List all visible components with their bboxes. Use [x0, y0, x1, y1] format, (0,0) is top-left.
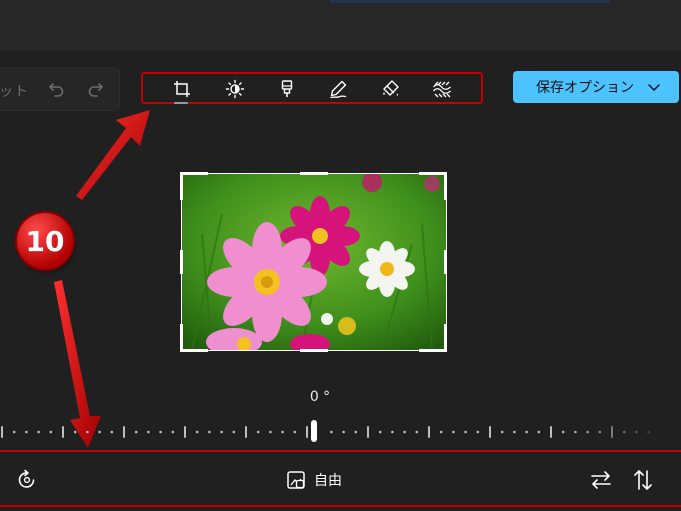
crop-handle-br-v[interactable] [444, 324, 447, 352]
dial-minor-tick [37, 430, 40, 434]
flip-horizontal-icon[interactable] [589, 469, 613, 491]
dial-major-tick [367, 426, 369, 438]
dial-minor-tick [439, 430, 443, 434]
dial-minor-tick [86, 430, 89, 434]
dial-major-tick [1, 426, 3, 438]
dial-major-tick [245, 426, 247, 438]
dial-minor-tick [98, 430, 101, 434]
flower-photo [182, 174, 446, 350]
dial-minor-tick [415, 430, 419, 434]
crop-icon[interactable] [172, 79, 192, 99]
dial-minor-tick [403, 430, 406, 434]
chevron-down-icon[interactable] [647, 80, 661, 94]
dial-minor-tick [574, 430, 577, 434]
dial-minor-tick [269, 430, 272, 434]
dial-minor-tick [281, 430, 284, 434]
crop-handle-left[interactable] [180, 250, 183, 274]
aspect-ratio-button[interactable]: 自由 [286, 468, 342, 492]
crop-handle-bl-v[interactable] [180, 324, 183, 352]
dial-major-tick [123, 426, 125, 438]
dial-minor-tick [476, 430, 480, 434]
dial-minor-tick [208, 430, 211, 434]
dial-minor-tick [159, 430, 162, 434]
redo-icon[interactable] [85, 79, 105, 99]
dial-minor-tick [195, 430, 199, 434]
dial-minor-tick [256, 430, 260, 434]
dial-minor-tick [452, 430, 455, 434]
dial-minor-tick [598, 430, 602, 434]
dial-minor-tick [635, 430, 638, 434]
aspect-ratio-label: 自由 [314, 473, 342, 489]
reset-button[interactable]: ット [0, 81, 29, 101]
dial-minor-tick [293, 430, 297, 434]
dial-major-tick [550, 426, 552, 438]
crop-handle-tr[interactable] [419, 172, 447, 175]
filter-icon[interactable] [277, 79, 297, 99]
dial-major-tick [611, 426, 613, 438]
dial-minor-tick [49, 430, 53, 434]
dial-minor-tick [647, 430, 650, 434]
window-tab-hint [330, 0, 610, 3]
flip-vertical-icon[interactable] [631, 468, 655, 492]
dial-minor-tick [586, 430, 589, 434]
dial-minor-tick [464, 430, 467, 434]
dial-major-tick [184, 426, 186, 438]
crop-handle-bl[interactable] [180, 349, 208, 352]
dial-minor-tick [391, 430, 394, 434]
dial-minor-tick [525, 430, 528, 434]
dial-minor-tick [25, 430, 28, 434]
edit-tools-toolbar [141, 72, 483, 104]
dial-minor-tick [73, 430, 77, 434]
save-options-label: 保存オプション [536, 80, 634, 96]
dial-minor-tick [342, 430, 345, 434]
history-group: ット [0, 67, 120, 111]
photo-canvas[interactable] [181, 173, 447, 351]
active-tool-indicator [174, 102, 188, 104]
crop-handle-tl-v[interactable] [180, 172, 183, 200]
dial-minor-tick [330, 430, 333, 434]
dial-minor-tick [561, 430, 565, 434]
title-bar-area [0, 0, 681, 50]
dial-minor-tick [110, 430, 114, 434]
dial-minor-tick [220, 430, 223, 434]
crop-handle-tr-v[interactable] [444, 172, 447, 200]
callout-badge: 10 [17, 213, 73, 269]
angle-label: 0 ° [309, 389, 331, 405]
dial-minor-tick [171, 430, 175, 434]
crop-handle-bottom[interactable] [300, 349, 328, 352]
dial-minor-tick [232, 430, 236, 434]
dial-minor-tick [513, 430, 516, 434]
crop-handle-right[interactable] [444, 250, 447, 274]
brightness-icon[interactable] [225, 79, 245, 99]
undo-icon[interactable] [47, 79, 67, 99]
rotate-icon[interactable] [16, 469, 38, 491]
crop-handle-br[interactable] [419, 349, 447, 352]
straighten-dial-knob[interactable] [311, 420, 317, 442]
dial-minor-tick [378, 430, 382, 434]
dial-minor-tick [12, 430, 16, 434]
dial-minor-tick [354, 430, 358, 434]
aspect-ratio-icon [287, 471, 305, 489]
dial-major-tick [489, 426, 491, 438]
dial-major-tick [306, 426, 308, 438]
retouch-icon[interactable] [381, 79, 401, 99]
dial-major-tick [62, 426, 64, 438]
arrow-to-crop-bar [54, 280, 101, 448]
save-options-button[interactable]: 保存オプション [513, 71, 679, 103]
dial-minor-tick [147, 430, 150, 434]
dial-minor-tick [622, 430, 626, 434]
dial-minor-tick [537, 430, 541, 434]
straighten-dial[interactable] [0, 425, 681, 439]
background-icon[interactable] [432, 79, 452, 99]
dial-major-tick [428, 426, 430, 438]
crop-handle-tl[interactable] [180, 172, 208, 175]
markup-icon[interactable] [328, 79, 348, 99]
dial-minor-tick [500, 430, 504, 434]
dial-minor-tick [134, 430, 138, 434]
crop-handle-top[interactable] [300, 172, 328, 175]
arrow-to-toolbar [76, 110, 150, 200]
